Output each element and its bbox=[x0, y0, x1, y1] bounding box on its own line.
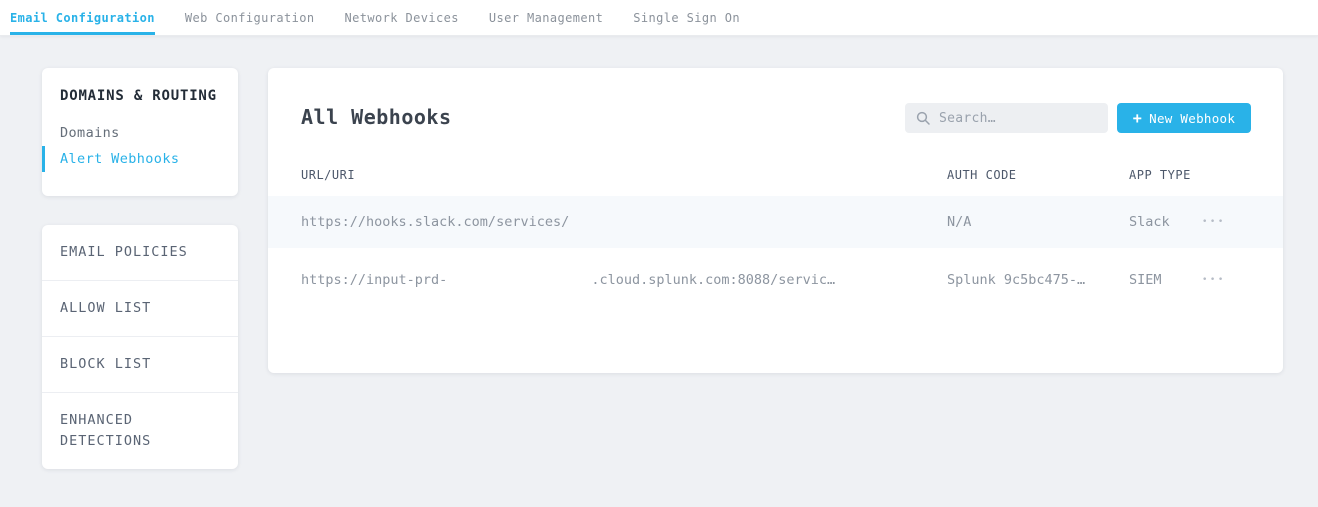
webhook-url-text: https://input-prd- bbox=[301, 272, 447, 288]
sidebar-sections-card: EMAIL POLICIES ALLOW LIST BLOCK LIST ENH… bbox=[42, 225, 238, 469]
search-box[interactable] bbox=[905, 103, 1108, 133]
redacted-url-segment bbox=[571, 215, 816, 230]
webhook-url-text: https://hooks.slack.com/services/ bbox=[301, 214, 569, 230]
column-header-url-uri: URL/URI bbox=[301, 168, 355, 182]
sidebar-item-block-list[interactable]: BLOCK LIST bbox=[42, 336, 238, 392]
search-input[interactable] bbox=[939, 111, 1089, 126]
all-webhooks-card: All Webhooks + New Webhook URL/URI AUTH … bbox=[268, 68, 1283, 373]
row-actions-cell: ••• bbox=[1198, 196, 1230, 248]
table-row: https://input-prd- .cloud.splunk.com:808… bbox=[268, 254, 1283, 306]
tab-email-configuration[interactable]: Email Configuration bbox=[10, 0, 155, 35]
new-webhook-button-label: New Webhook bbox=[1149, 111, 1235, 126]
table-body: https://hooks.slack.com/services/ N/A Sl… bbox=[268, 196, 1283, 312]
webhook-url-cell: https://input-prd- .cloud.splunk.com:808… bbox=[301, 254, 835, 306]
tab-web-configuration[interactable]: Web Configuration bbox=[185, 0, 315, 35]
app-type-cell: Slack bbox=[1129, 196, 1170, 248]
search-icon bbox=[916, 111, 930, 125]
tab-single-sign-on[interactable]: Single Sign On bbox=[633, 0, 740, 35]
new-webhook-button[interactable]: + New Webhook bbox=[1117, 103, 1251, 133]
redacted-url-segment bbox=[449, 273, 589, 288]
sidebar-domains-routing-card: DOMAINS & ROUTING Domains Alert Webhooks bbox=[42, 68, 238, 196]
sidebar-item-domains[interactable]: Domains bbox=[42, 120, 238, 146]
column-header-auth-code: AUTH CODE bbox=[947, 168, 1017, 182]
page-background: Email Configuration Web Configuration Ne… bbox=[0, 0, 1318, 507]
app-type-cell: SIEM bbox=[1129, 254, 1162, 306]
auth-code-cell: N/A bbox=[947, 196, 971, 248]
row-actions-cell: ••• bbox=[1198, 254, 1230, 306]
auth-code-cell: Splunk 9c5bc475-… bbox=[947, 254, 1085, 306]
page-title: All Webhooks bbox=[301, 105, 452, 129]
table-header-row: URL/URI AUTH CODE APP TYPE bbox=[268, 168, 1283, 188]
more-actions-icon[interactable]: ••• bbox=[1198, 269, 1230, 291]
table-row: https://hooks.slack.com/services/ N/A Sl… bbox=[268, 196, 1283, 248]
plus-icon: + bbox=[1133, 111, 1142, 126]
tab-user-management[interactable]: User Management bbox=[489, 0, 603, 35]
webhook-url-cell: https://hooks.slack.com/services/ bbox=[301, 196, 818, 248]
sidebar-item-alert-webhooks[interactable]: Alert Webhooks bbox=[42, 146, 238, 172]
tab-network-devices[interactable]: Network Devices bbox=[345, 0, 459, 35]
column-header-app-type: APP TYPE bbox=[1129, 168, 1191, 182]
top-navigation: Email Configuration Web Configuration Ne… bbox=[0, 0, 1318, 36]
webhook-url-text: .cloud.splunk.com:8088/servic… bbox=[591, 272, 835, 288]
more-actions-icon[interactable]: ••• bbox=[1198, 211, 1230, 233]
sidebar-heading-domains-routing: DOMAINS & ROUTING bbox=[42, 88, 238, 104]
sidebar-item-enhanced-detections[interactable]: ENHANCED DETECTIONS bbox=[42, 392, 238, 469]
sidebar-item-allow-list[interactable]: ALLOW LIST bbox=[42, 280, 238, 336]
sidebar-item-email-policies[interactable]: EMAIL POLICIES bbox=[42, 225, 238, 280]
